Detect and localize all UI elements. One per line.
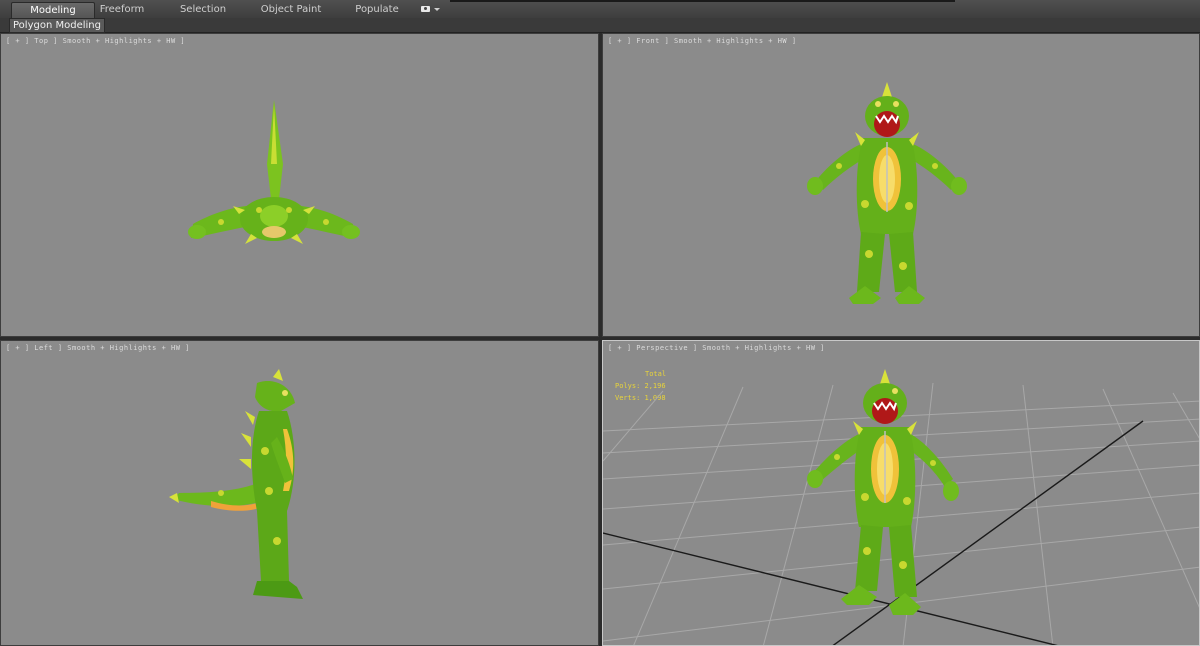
ribbon-panel: Polygon Modeling	[0, 18, 1200, 33]
character-front-view	[807, 82, 967, 304]
viewport-top[interactable]: [ + ] Top ] Smooth + Highlights + HW ]	[0, 33, 599, 337]
ribbon-divider	[450, 0, 955, 2]
tab-freeform[interactable]: Freeform	[94, 2, 150, 17]
camera-icon	[421, 6, 430, 12]
character-left-view	[169, 369, 303, 599]
panel-polygon-modeling[interactable]: Polygon Modeling	[9, 18, 105, 33]
character-top-view	[188, 100, 360, 244]
viewport-perspective[interactable]: [ + ] Perspective ] Smooth + Highlights …	[602, 340, 1200, 646]
tab-selection[interactable]: Selection	[172, 2, 234, 17]
chevron-down-icon	[434, 8, 440, 11]
ribbon-tab-bar: Modeling Freeform Selection Object Paint…	[0, 0, 1200, 19]
ribbon-options-dropdown[interactable]	[418, 3, 442, 16]
tab-object-paint[interactable]: Object Paint	[258, 2, 324, 17]
tab-modeling[interactable]: Modeling	[11, 2, 95, 18]
viewport-left[interactable]: [ + ] Left ] Smooth + Highlights + HW ]	[0, 340, 599, 646]
tab-populate[interactable]: Populate	[349, 2, 405, 17]
app-window: Modeling Freeform Selection Object Paint…	[0, 0, 1200, 646]
viewport-front[interactable]: [ + ] Front ] Smooth + Highlights + HW ]	[602, 33, 1200, 337]
perspective-scene	[603, 369, 1199, 645]
